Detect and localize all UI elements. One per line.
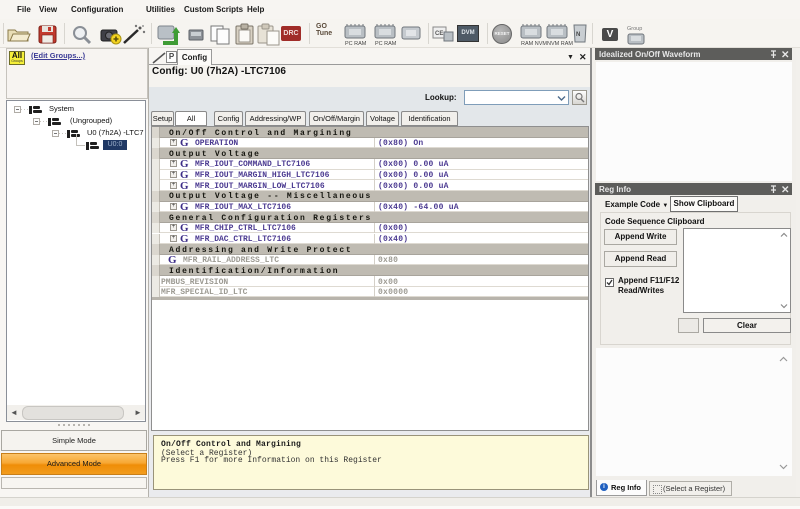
svg-text:PC RAM: PC RAM bbox=[375, 41, 397, 46]
svg-text:CE: CE bbox=[435, 31, 443, 37]
svg-text:N: N bbox=[576, 32, 580, 38]
svg-text:PC RAM: PC RAM bbox=[345, 41, 367, 46]
